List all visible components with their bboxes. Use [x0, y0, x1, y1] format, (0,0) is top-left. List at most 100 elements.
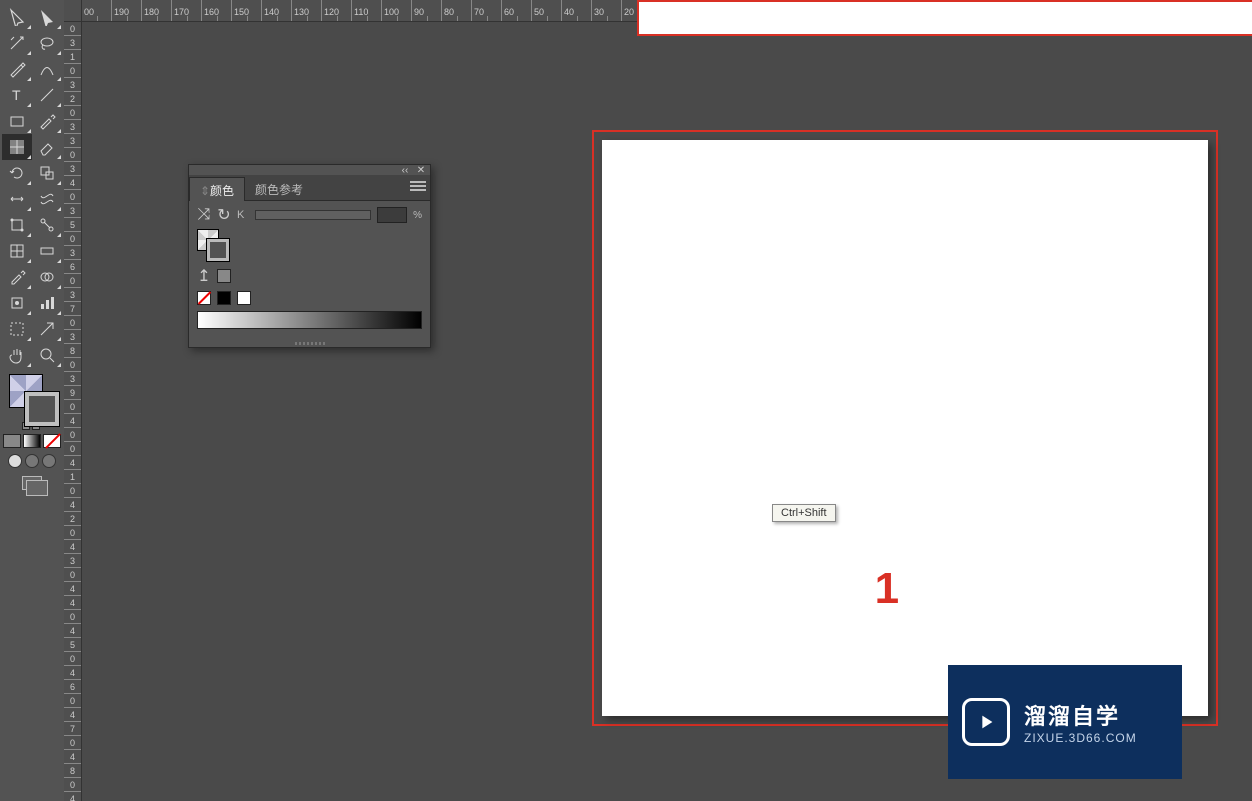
swatch-black[interactable] — [217, 291, 231, 305]
symbol-tool[interactable] — [2, 290, 32, 316]
k-value-input[interactable] — [377, 207, 407, 223]
out-icon[interactable]: ↥ — [197, 269, 211, 283]
vertical-ruler[interactable]: 0310320330340350360370380390400410420430… — [64, 22, 82, 801]
vruler-tick: 3 — [64, 134, 81, 148]
draw-behind[interactable] — [25, 454, 39, 468]
hruler-tick: 00 — [82, 0, 112, 21]
draw-normal[interactable] — [8, 454, 22, 468]
tooltip: Ctrl+Shift — [772, 504, 836, 522]
vruler-tick: 3 — [64, 120, 81, 134]
type-tool[interactable]: T — [2, 82, 32, 108]
hruler-tick: 90 — [412, 0, 442, 21]
vruler-tick: 5 — [64, 218, 81, 232]
vruler-tick: 0 — [64, 232, 81, 246]
vruler-tick: 1 — [64, 470, 81, 484]
line-tool[interactable] — [32, 82, 62, 108]
watermark-title: 溜溜自学 — [1024, 699, 1137, 731]
eyedropper-tool[interactable] — [2, 264, 32, 290]
vruler-tick: 4 — [64, 624, 81, 638]
vruler-tick: 0 — [64, 694, 81, 708]
hruler-tick: 110 — [352, 0, 382, 21]
rectangle-tool[interactable] — [2, 108, 32, 134]
vruler-tick: 0 — [64, 22, 81, 36]
hruler-tick: 170 — [172, 0, 202, 21]
eraser-tool[interactable] — [32, 134, 62, 160]
column-graph-tool[interactable] — [32, 290, 62, 316]
tab-color-guide[interactable]: 颜色参考 — [245, 176, 313, 200]
vruler-tick: 2 — [64, 512, 81, 526]
gradient-tool[interactable] — [32, 238, 62, 264]
magic-wand-tool[interactable] — [2, 30, 32, 56]
panel-stroke-swatch[interactable] — [207, 239, 229, 261]
screen-mode[interactable] — [22, 476, 42, 490]
swatch-grey[interactable] — [217, 269, 231, 283]
panel-collapse-icon[interactable]: ‹‹ — [400, 165, 410, 175]
grayscale-ramp[interactable] — [197, 311, 422, 329]
vruler-tick: 0 — [64, 736, 81, 750]
fill-mode-none[interactable] — [43, 434, 61, 448]
selection-tool[interactable] — [2, 4, 32, 30]
vruler-tick: 4 — [64, 596, 81, 610]
vruler-tick: 3 — [64, 330, 81, 344]
hruler-tick: 50 — [532, 0, 562, 21]
hruler-tick: 140 — [262, 0, 292, 21]
blend-tool[interactable] — [32, 264, 62, 290]
vruler-tick: 0 — [64, 568, 81, 582]
color-panel[interactable]: ‹‹ ✕ ⇕颜色 颜色参考 ⤨ ↻ K % ↥ — [188, 164, 431, 348]
vruler-tick: 0 — [64, 274, 81, 288]
fill-mode-row — [2, 434, 62, 448]
panel-close-icon[interactable]: ✕ — [416, 165, 426, 175]
vruler-tick: 5 — [64, 638, 81, 652]
direct-selection-tool[interactable] — [32, 4, 62, 30]
fill-mode-gradient[interactable] — [23, 434, 41, 448]
vruler-tick: 4 — [64, 666, 81, 680]
vruler-tick: 2 — [64, 92, 81, 106]
k-slider[interactable] — [255, 210, 371, 220]
tools-panel: T — [0, 0, 64, 801]
pen-tool[interactable] — [2, 56, 32, 82]
draw-inside[interactable] — [42, 454, 56, 468]
page[interactable]: 1 — [602, 140, 1208, 716]
ruler-origin[interactable] — [64, 0, 82, 22]
zoom-tool[interactable] — [32, 342, 62, 368]
vruler-tick: 0 — [64, 428, 81, 442]
puppet-tool[interactable] — [32, 212, 62, 238]
swatch-white[interactable] — [237, 291, 251, 305]
vruler-tick: 4 — [64, 708, 81, 722]
slice-tool[interactable] — [32, 316, 62, 342]
vruler-tick: 3 — [64, 204, 81, 218]
width-tool[interactable] — [2, 186, 32, 212]
curvature-tool[interactable] — [32, 56, 62, 82]
panel-swatch-pair — [197, 229, 229, 261]
mesh-tool[interactable] — [2, 238, 32, 264]
paintbrush-tool[interactable] — [32, 108, 62, 134]
warp-tool[interactable] — [32, 186, 62, 212]
stroke-swatch[interactable] — [25, 392, 59, 426]
hand-tool[interactable] — [2, 342, 32, 368]
shaper-tool[interactable] — [2, 134, 32, 160]
fill-mode-solid[interactable] — [3, 434, 21, 448]
hruler-tick: 190 — [112, 0, 142, 21]
free-transform-tool[interactable] — [2, 212, 32, 238]
lasso-tool[interactable] — [32, 30, 62, 56]
hruler-tick: 60 — [502, 0, 532, 21]
tab-guide-label: 颜色参考 — [255, 183, 303, 197]
panel-menu-icon[interactable] — [410, 181, 426, 193]
tab-color[interactable]: ⇕颜色 — [189, 177, 245, 201]
vruler-tick: 0 — [64, 190, 81, 204]
scale-tool[interactable] — [32, 160, 62, 186]
swap-icon[interactable]: ⤨ — [197, 208, 211, 222]
hruler-tick: 180 — [142, 0, 172, 21]
vruler-tick: 3 — [64, 246, 81, 260]
vruler-tick: 0 — [64, 148, 81, 162]
vruler-tick: 3 — [64, 288, 81, 302]
vruler-tick: 6 — [64, 680, 81, 694]
swatch-none[interactable] — [197, 291, 211, 305]
watermark-url: ZIXUE.3D66.COM — [1024, 731, 1137, 745]
cycle-icon[interactable]: ↻ — [217, 208, 231, 222]
artboard-tool[interactable] — [2, 316, 32, 342]
vruler-tick: 0 — [64, 652, 81, 666]
artboard[interactable]: 1 — [592, 130, 1218, 726]
rotate-tool[interactable] — [2, 160, 32, 186]
panel-resize-grip[interactable] — [189, 339, 430, 347]
